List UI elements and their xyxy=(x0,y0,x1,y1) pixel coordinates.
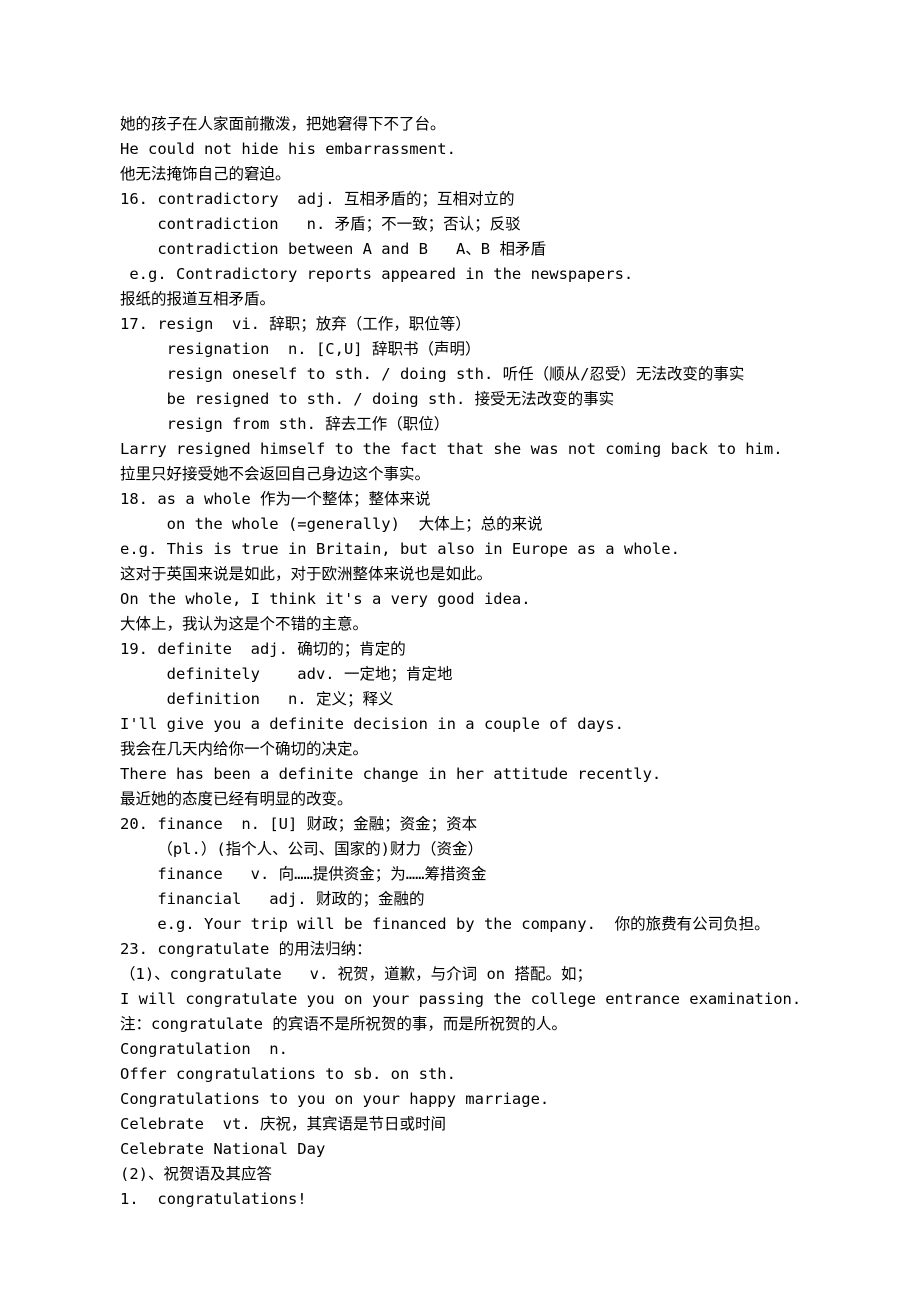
text-line: 拉里只好接受她不会返回自己身边这个事实。 xyxy=(120,462,800,487)
text-line: I will congratulate you on your passing … xyxy=(120,987,800,1012)
text-line: Congratulations to you on your happy mar… xyxy=(120,1087,800,1112)
text-line: contradiction n. 矛盾；不一致；否认；反驳 xyxy=(120,212,800,237)
text-line: （1)、congratulate v. 祝贺，道歉，与介词 on 搭配。如； xyxy=(120,962,800,987)
text-line: 大体上，我认为这是个不错的主意。 xyxy=(120,612,800,637)
text-line: contradiction between A and B A、B 相矛盾 xyxy=(120,237,800,262)
text-line: resign oneself to sth. / doing sth. 听任（顺… xyxy=(120,362,800,387)
text-line: 20. finance n. [U] 财政；金融；资金；资本 xyxy=(120,812,800,837)
text-line: 19. definite adj. 确切的；肯定的 xyxy=(120,637,800,662)
text-line: Larry resigned himself to the fact that … xyxy=(120,437,800,462)
text-line: Celebrate vt. 庆祝，其宾语是节日或时间 xyxy=(120,1112,800,1137)
text-line: There has been a definite change in her … xyxy=(120,762,800,787)
text-line: definition n. 定义；释义 xyxy=(120,687,800,712)
text-line: I'll give you a definite decision in a c… xyxy=(120,712,800,737)
text-line: e.g. Contradictory reports appeared in t… xyxy=(120,262,800,287)
text-line: Celebrate National Day xyxy=(120,1137,800,1162)
text-line: Offer congratulations to sb. on sth. xyxy=(120,1062,800,1087)
text-line: 17. resign vi. 辞职；放弃（工作，职位等） xyxy=(120,312,800,337)
text-line: (2)、祝贺语及其应答 xyxy=(120,1162,800,1187)
text-line: 她的孩子在人家面前撒泼，把她窘得下不了台。 xyxy=(120,112,800,137)
text-line: definitely adv. 一定地；肯定地 xyxy=(120,662,800,687)
text-line: 这对于英国来说是如此，对于欧洲整体来说也是如此。 xyxy=(120,562,800,587)
text-line: 最近她的态度已经有明显的改变。 xyxy=(120,787,800,812)
text-line: 23. congratulate 的用法归纳： xyxy=(120,937,800,962)
text-line: e.g. This is true in Britain, but also i… xyxy=(120,537,800,562)
text-line: 注：congratulate 的宾语不是所祝贺的事，而是所祝贺的人。 xyxy=(120,1012,800,1037)
text-line: be resigned to sth. / doing sth. 接受无法改变的… xyxy=(120,387,800,412)
text-line: 他无法掩饰自己的窘迫。 xyxy=(120,162,800,187)
text-line: 报纸的报道互相矛盾。 xyxy=(120,287,800,312)
text-line: finance v. 向……提供资金；为……筹措资金 xyxy=(120,862,800,887)
text-line: on the whole (=generally) 大体上；总的来说 xyxy=(120,512,800,537)
text-line: 18. as a whole 作为一个整体；整体来说 xyxy=(120,487,800,512)
text-line: （pl.）(指个人、公司、国家的)财力（资金） xyxy=(120,837,800,862)
text-line: 我会在几天内给你一个确切的决定。 xyxy=(120,737,800,762)
text-line: He could not hide his embarrassment. xyxy=(120,137,800,162)
text-line: resignation n. [C,U] 辞职书（声明） xyxy=(120,337,800,362)
text-line: financial adj. 财政的；金融的 xyxy=(120,887,800,912)
text-line: 16. contradictory adj. 互相矛盾的；互相对立的 xyxy=(120,187,800,212)
text-line: 1. congratulations! xyxy=(120,1187,800,1212)
text-line: e.g. Your trip will be financed by the c… xyxy=(120,912,800,937)
text-line: On the whole, I think it's a very good i… xyxy=(120,587,800,612)
text-line: Congratulation n. xyxy=(120,1037,800,1062)
document-page: 她的孩子在人家面前撒泼，把她窘得下不了台。 He could not hide … xyxy=(0,0,920,1302)
text-line: resign from sth. 辞去工作（职位） xyxy=(120,412,800,437)
